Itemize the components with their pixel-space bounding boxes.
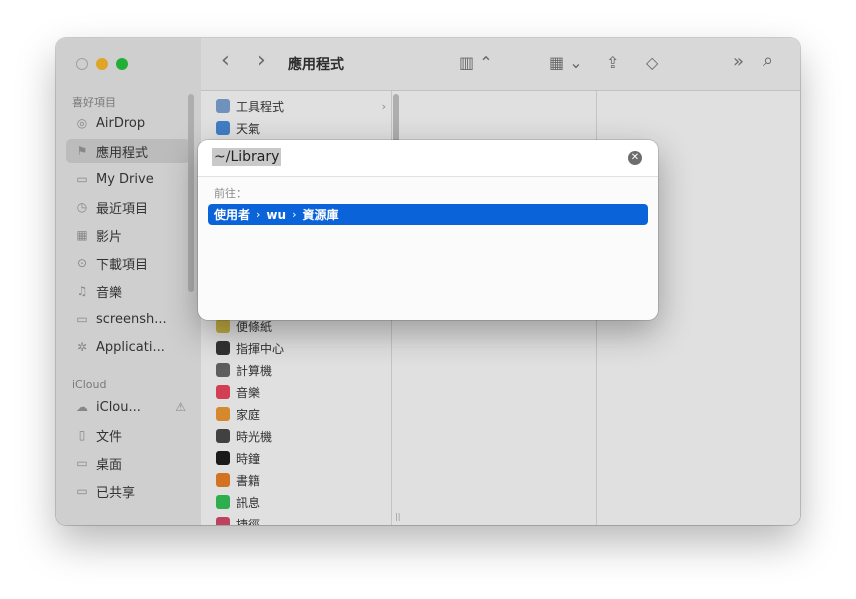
path-part-user: wu bbox=[266, 207, 287, 222]
path-part-library: 資源庫 bbox=[302, 208, 339, 222]
chevron-right-icon: › bbox=[292, 208, 297, 221]
clear-icon[interactable]: ✕ bbox=[628, 151, 642, 165]
path-input-row: ~/Library ✕ bbox=[198, 140, 658, 177]
path-suggestion[interactable]: 使用者 › wu › 資源庫 bbox=[208, 204, 648, 225]
path-part-users: 使用者 bbox=[214, 208, 251, 222]
goto-section-label: 前往： bbox=[214, 187, 247, 200]
go-to-folder-dialog: ~/Library ✕ 前往： 使用者 › wu › 資源庫 bbox=[198, 140, 658, 320]
chevron-right-icon: › bbox=[256, 208, 261, 221]
path-input[interactable]: ~/Library bbox=[212, 148, 282, 166]
